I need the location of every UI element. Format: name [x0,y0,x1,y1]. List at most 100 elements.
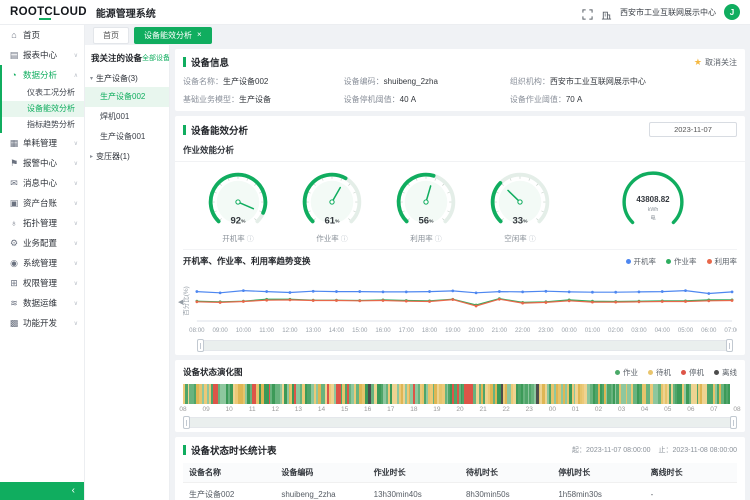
sidebar-item-consumption[interactable]: ▦单耗管理∨ [2,133,84,153]
axis-tick-label: 09 [202,406,209,413]
message-icon: ✉ [9,178,19,189]
axis-tick-label: 07 [710,406,717,413]
sidebar-item-home[interactable]: ⌂首页 [2,25,84,45]
table-header-row: 设备名称设备编码作业时长待机时长停机时长离线时长 [183,463,737,483]
header-right: 西安市工业互联网展示中心 J [582,4,740,20]
tree-group[interactable]: ▸变压器(1) [85,147,169,165]
sidebar-item-dataops[interactable]: ≋数据运维∨ [2,293,84,313]
sidebar-item-config[interactable]: ⚙业务配置∨ [2,233,84,253]
axis-tick-label: 03 [618,406,625,413]
slider-handle-right[interactable] [730,416,737,429]
tree-group[interactable]: ▾生产设备(3) [85,69,169,87]
sidebar-collapse-button[interactable]: ‹ [0,482,84,500]
tab-device-efficiency-label: 设备能效分析 [144,30,192,41]
slider-handle-left[interactable] [197,339,204,352]
tree-device-item[interactable]: 生产设备002 [85,87,169,107]
legend-item[interactable]: 开机率 [626,256,657,267]
svg-text:kWh: kWh [648,207,659,213]
info-field: 设备编码：shuibeng_2zha [344,76,510,87]
sidebar-item-permission[interactable]: ⊞权限管理∨ [2,273,84,293]
sidebar-group: ⚙业务配置∨ [0,233,84,253]
sidebar-item-label: 资产台账 [23,197,57,209]
svg-text:电: 电 [650,214,656,222]
sidebar-subitem[interactable]: 指标趋势分析 [2,117,84,133]
legend-item[interactable]: 利用率 [707,256,738,267]
org-name[interactable]: 西安市工业互联网展示中心 [620,7,716,18]
legend-item[interactable]: 待机 [648,367,671,378]
avatar[interactable]: J [724,4,740,20]
legend-dot [714,370,719,375]
sidebar-item-report[interactable]: ▤报表中心∨ [2,45,84,65]
tab-bar: 首页 设备能效分析 × [85,25,750,45]
svg-text:00:00: 00:00 [562,327,578,334]
legend-dot [648,370,653,375]
legend-item[interactable]: 离线 [714,367,737,378]
trend-line-chart: 百分比(%)08:0009:0010:0011:0012:0013:0014:0… [183,267,737,339]
slider-handle-right[interactable] [726,339,733,352]
legend-item[interactable]: 停机 [681,367,704,378]
axis-tick-label: 04 [641,406,648,413]
axis-tick-label: 06 [687,406,694,413]
range-from: 起：2023-11-07 08:00:00 [572,445,650,455]
analysis-icon: ◔ [9,70,19,80]
tree-device-item[interactable]: 焊机001 [85,107,169,127]
all-devices-link[interactable]: 全部设备 [142,53,170,63]
sidebar-item-label: 报表中心 [23,49,57,61]
sidebar-item-message[interactable]: ✉消息中心∨ [2,173,84,193]
info-field-label: 设备作业阈值： [510,95,566,104]
tree-device-item[interactable]: 生产设备001 [85,127,169,147]
svg-text:03:00: 03:00 [631,327,647,334]
sidebar-item-alarm[interactable]: ⚑报警中心∨ [2,153,84,173]
sidebar-group: ≋数据运维∨ [0,293,84,313]
axis-tick-label: 12 [272,406,279,413]
sidebar-menu: ⌂首页▤报表中心∨◔数据分析∧仪表工况分析设备能效分析指标趋势分析▦单耗管理∨⚑… [0,25,84,333]
sidebar-item-dev[interactable]: ▩功能开发∨ [2,313,84,333]
caret-right-icon: ▸ [90,153,93,160]
tab-device-efficiency[interactable]: 设备能效分析 × [134,27,212,44]
caret-down-icon: ▾ [90,75,93,82]
svg-text:17:00: 17:00 [399,327,415,334]
slider-range [184,418,736,427]
axis-tick-label: 23 [526,406,533,413]
building-icon [601,7,612,18]
svg-text:07:00: 07:00 [724,327,737,334]
status-zoom-slider[interactable] [183,417,737,428]
carousel-left-icon[interactable]: ◀ [178,298,183,306]
fullscreen-icon[interactable] [582,7,593,18]
duration-table-title: 设备状态时长统计表 [183,443,277,457]
sidebar-item-topology[interactable]: ♁拓扑管理∨ [2,213,84,233]
sidebar-item-label: 拓扑管理 [23,217,57,229]
trend-chart-title: 开机率、作业率、利用率趋势变换 [183,255,311,267]
table-header-cell: 停机时长 [552,463,644,483]
table-cell: - [645,483,737,500]
rootcloud-logo: ROOTCLOUD [10,6,87,18]
sidebar-item-analysis[interactable]: ◔数据分析∧ [2,65,84,85]
legend-item[interactable]: 作业 [615,367,638,378]
table-cell: shuibeng_2zha [275,483,367,500]
tab-home[interactable]: 首页 [93,27,129,44]
unfollow-button[interactable]: ★ 取消关注 [694,57,737,68]
sidebar-subitem[interactable]: 仪表工况分析 [2,85,84,101]
info-field-label: 组织机构： [510,77,550,86]
svg-text:23:00: 23:00 [538,327,554,334]
axis-tick-label: 02 [595,406,602,413]
table-header-cell: 待机时长 [460,463,552,483]
table-row[interactable]: 生产设备002shuibeng_2zha13h30min40s8h30min50… [183,483,737,500]
legend-item[interactable]: 作业率 [666,256,697,267]
sidebar-item-system[interactable]: ◉系统管理∨ [2,253,84,273]
gauge-label: 开机率 ⓘ [191,233,285,244]
gauge-label-text: 作业率 [316,234,341,243]
trend-zoom-slider[interactable] [197,340,733,351]
gauge-利用率: 56%利用率 ⓘ [379,167,473,244]
chevron-icon: ∨ [74,160,78,167]
tab-close-icon[interactable]: × [197,31,202,39]
info-field-label: 设备名称： [183,77,223,86]
sidebar-subitem[interactable]: 设备能效分析 [2,101,84,117]
slider-handle-left[interactable] [183,416,190,429]
sidebar-item-asset[interactable]: ▣资产台账∨ [2,193,84,213]
sidebar-group: ⚑报警中心∨ [0,153,84,173]
table-cell: 生产设备002 [183,483,275,500]
date-picker[interactable]: 2023-11-07 [649,122,737,137]
date-value: 2023-11-07 [674,125,712,134]
top-header: ROOTCLOUD 能源管理系统 西安市工业互联网展示中心 J [0,0,750,25]
